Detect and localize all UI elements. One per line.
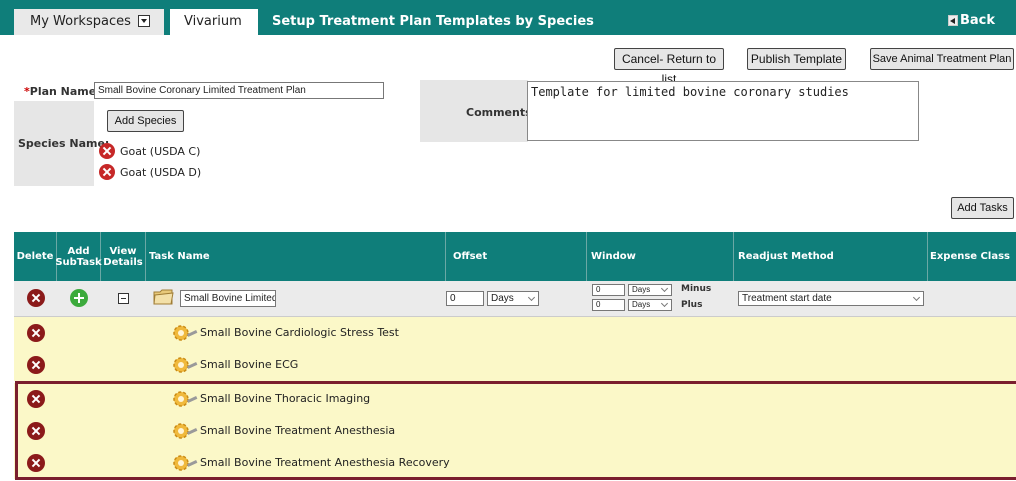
window-plus-unit-select[interactable]: Days: [628, 299, 672, 311]
tasks-grid-header: Delete Add SubTask View Details Task Nam…: [14, 232, 1016, 281]
comments-textarea[interactable]: Template for limited bovine coronary stu…: [527, 81, 919, 141]
gear-icon: [173, 357, 198, 373]
add-subtask-icon[interactable]: [70, 289, 88, 307]
page-title: Setup Treatment Plan Templates by Specie…: [272, 14, 594, 29]
readjust-method-select[interactable]: Treatment start date: [738, 291, 924, 306]
add-species-button[interactable]: Add Species: [107, 110, 184, 132]
window-minus-label: Minus: [681, 284, 712, 294]
add-tasks-button[interactable]: Add Tasks: [951, 197, 1014, 219]
subtask-row: Small Bovine Cardiologic Stress Test: [14, 317, 1016, 349]
col-header-task-name: Task Name: [146, 232, 446, 281]
delete-subtask-icon[interactable]: [27, 356, 45, 374]
window-minus-unit-select[interactable]: Days: [628, 284, 672, 296]
col-header-window: Window: [587, 232, 734, 281]
back-label: Back: [960, 13, 996, 28]
chevron-down-icon[interactable]: [138, 15, 150, 27]
selection-highlight: [15, 381, 1016, 480]
back-button[interactable]: Back: [948, 13, 995, 28]
species-item: Goat (USDA D): [120, 166, 202, 179]
subtask-row: Small Bovine ECG: [14, 349, 1016, 381]
offset-unit-select[interactable]: Days: [487, 291, 539, 306]
top-bar: My Workspaces Vivarium Setup Treatment P…: [0, 0, 1016, 35]
window-minus-value-input[interactable]: 0: [592, 284, 625, 296]
col-header-expense-class: Expense Class: [930, 251, 1010, 262]
publish-template-button[interactable]: Publish Template: [747, 48, 846, 70]
plan-name-label: *Plan Name:: [24, 85, 101, 98]
gear-icon: [173, 325, 198, 341]
remove-species-icon[interactable]: [99, 143, 115, 159]
col-header-delete: Delete: [14, 232, 57, 281]
offset-value-input[interactable]: 0: [446, 291, 484, 306]
save-treatment-plan-button[interactable]: Save Animal Treatment Plan: [870, 48, 1014, 70]
subtask-name: Small Bovine ECG: [200, 358, 299, 371]
vivarium-label: Vivarium: [184, 14, 242, 29]
collapse-details-icon[interactable]: [118, 293, 129, 304]
col-header-add-subtask: Add SubTask: [55, 232, 102, 281]
delete-subtask-icon[interactable]: [27, 324, 45, 342]
col-header-offset: Offset: [446, 232, 587, 281]
species-name-label: Species Name:: [18, 137, 110, 150]
vivarium-tab[interactable]: Vivarium: [170, 9, 258, 35]
back-arrow-icon: [948, 15, 958, 26]
comments-label: Comments:: [466, 106, 537, 119]
delete-task-icon[interactable]: [27, 289, 45, 307]
remove-species-icon[interactable]: [99, 164, 115, 180]
my-workspaces-tab[interactable]: My Workspaces: [14, 9, 164, 35]
plan-name-input[interactable]: Small Bovine Coronary Limited Treatment …: [94, 82, 384, 99]
cancel-button[interactable]: Cancel- Return to list: [614, 48, 724, 86]
window-plus-label: Plus: [681, 300, 703, 310]
species-item: Goat (USDA C): [120, 145, 201, 158]
task-name-input[interactable]: Small Bovine Limited Ca: [180, 290, 276, 307]
window-plus-value-input[interactable]: 0: [592, 299, 625, 311]
col-header-view-details: View Details: [101, 232, 146, 281]
my-workspaces-label: My Workspaces: [30, 14, 131, 29]
task-folder-icon: [153, 289, 174, 305]
subtask-name: Small Bovine Cardiologic Stress Test: [200, 326, 399, 339]
task-row: Small Bovine Limited Ca 0 Days 0 Days Mi…: [14, 281, 1016, 317]
col-header-readjust-method: Readjust Method: [734, 232, 928, 281]
